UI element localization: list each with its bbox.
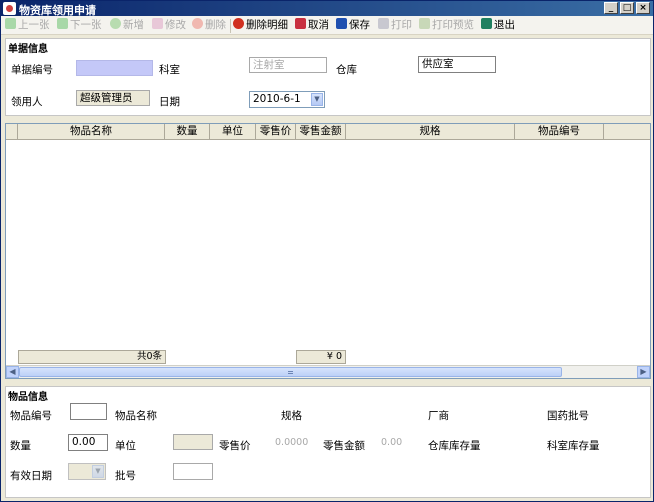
doc-section-title: 单据信息 [8, 44, 48, 55]
grid-header-spec[interactable]: 规格 [346, 124, 515, 140]
retail-price-value: 0.0000 [275, 437, 309, 448]
chevron-down-icon[interactable]: ▼ [311, 93, 323, 106]
app-window: 物资库领用申请 _ □ × 上一张 下一张 新增 修改 删除 删除明细 取消 保… [0, 0, 654, 502]
delete-label: 删除 [205, 19, 226, 31]
chevron-down-icon[interactable]: ▼ [92, 465, 104, 478]
retail-amount-label: 零售金额 [323, 440, 365, 452]
minimize-button[interactable]: _ [604, 2, 618, 14]
warehouse-stock-label: 仓库库存量 [428, 440, 481, 452]
expiry-date-picker[interactable]: ▼ [68, 463, 106, 480]
doc-no-label: 单据编号 [11, 64, 53, 76]
grip-icon [288, 371, 293, 374]
quantity-label: 数量 [10, 440, 31, 452]
grid-header-indicator [6, 124, 18, 140]
cancel-icon [295, 18, 306, 29]
next-button[interactable]: 下一张 [57, 18, 102, 33]
grid-header-filler [604, 124, 650, 140]
arrow-left-icon [5, 18, 16, 29]
item-code-label: 物品编号 [10, 410, 52, 422]
close-button[interactable]: × [636, 2, 650, 14]
batch-label: 批号 [115, 470, 136, 482]
unit-field[interactable] [173, 434, 213, 450]
save-label: 保存 [349, 19, 370, 31]
scroll-left-icon[interactable]: ◀ [6, 366, 19, 378]
item-code-field[interactable] [70, 403, 107, 420]
receiver-label: 领用人 [11, 96, 43, 108]
app-icon [3, 2, 16, 15]
item-info-group: 物品信息 物品编号 物品名称 规格 厂商 国药批号 数量 0.00 单位 零售价… [5, 386, 651, 498]
warehouse-label: 仓库 [336, 64, 357, 76]
date-label: 日期 [159, 96, 180, 108]
toolbar: 上一张 下一张 新增 修改 删除 删除明细 取消 保存 打印 打印预览 退出 [1, 16, 653, 35]
maximize-button[interactable]: □ [620, 2, 634, 14]
prev-button[interactable]: 上一张 [5, 18, 50, 33]
delete-detail-label: 删除明细 [246, 19, 288, 31]
scroll-thumb[interactable] [19, 367, 562, 377]
date-picker[interactable]: 2010-6-1 ▼ [249, 91, 325, 108]
prev-label: 上一张 [18, 19, 50, 31]
grid-header-retail-amount[interactable]: 零售金额 [296, 124, 346, 140]
print-button[interactable]: 打印 [378, 18, 412, 33]
maker-label: 厂商 [428, 410, 449, 422]
cancel-button[interactable]: 取消 [295, 18, 329, 33]
print-preview-icon [419, 18, 430, 29]
exit-icon [481, 18, 492, 29]
dept-label: 科室 [159, 64, 180, 76]
plus-icon [110, 18, 121, 29]
toolbar-separator [230, 19, 231, 33]
grid-footer-count: 共0条 [18, 350, 166, 364]
grid-header-unit[interactable]: 单位 [210, 124, 256, 140]
add-label: 新增 [123, 19, 144, 31]
exit-button[interactable]: 退出 [481, 18, 515, 33]
delete-button[interactable]: 删除 [192, 18, 226, 33]
scroll-right-icon[interactable]: ▶ [637, 366, 650, 378]
doc-info-group: 单据信息 单据编号 科室 注射室 仓库 供应室 领用人 超级管理员 日期 201… [5, 38, 651, 116]
item-name-label: 物品名称 [115, 410, 157, 422]
exit-label: 退出 [494, 19, 515, 31]
dept-field[interactable]: 注射室 [249, 57, 327, 73]
spec-label: 规格 [281, 410, 302, 422]
edit-button[interactable]: 修改 [152, 18, 186, 33]
horizontal-scrollbar[interactable]: ◀ ▶ [6, 365, 650, 378]
print-label: 打印 [391, 19, 412, 31]
doc-no-field[interactable] [76, 60, 153, 76]
approval-no-label: 国药批号 [547, 410, 589, 422]
receiver-field[interactable]: 超级管理员 [76, 90, 150, 106]
grid-header-item-code[interactable]: 物品编号 [515, 124, 604, 140]
arrow-right-icon [57, 18, 68, 29]
delete-detail-icon [233, 18, 244, 29]
cancel-label: 取消 [308, 19, 329, 31]
grid-footer-amount: ¥ 0 [296, 350, 346, 364]
next-label: 下一张 [70, 19, 102, 31]
print-preview-button[interactable]: 打印预览 [419, 18, 474, 33]
save-icon [336, 18, 347, 29]
grid-header-retail-price[interactable]: 零售价 [256, 124, 296, 140]
add-button[interactable]: 新增 [110, 18, 144, 33]
dept-stock-label: 科室库存量 [547, 440, 600, 452]
grid-header-item-name[interactable]: 物品名称 [18, 124, 165, 140]
date-value: 2010-6-1 [253, 93, 301, 105]
grid-header-quantity[interactable]: 数量 [165, 124, 210, 140]
delete-detail-button[interactable]: 删除明细 [233, 18, 288, 33]
retail-price-label: 零售价 [219, 440, 251, 452]
edit-label: 修改 [165, 19, 186, 31]
pencil-icon [152, 18, 163, 29]
save-button[interactable]: 保存 [336, 18, 370, 33]
printer-icon [378, 18, 389, 29]
warehouse-field[interactable]: 供应室 [418, 56, 496, 73]
quantity-field[interactable]: 0.00 [68, 434, 108, 451]
detail-grid: 物品名称 数量 单位 零售价 零售金额 规格 物品编号 共0条 ¥ 0 ◀ ▶ [5, 123, 651, 379]
item-section-title: 物品信息 [8, 392, 48, 403]
delete-icon [192, 18, 203, 29]
retail-amount-value: 0.00 [381, 437, 403, 448]
print-preview-label: 打印预览 [432, 19, 474, 31]
title-bar: 物资库领用申请 _ □ × [1, 1, 653, 17]
batch-field[interactable] [173, 463, 213, 480]
expiry-date-label: 有效日期 [10, 470, 52, 482]
unit-label: 单位 [115, 440, 136, 452]
